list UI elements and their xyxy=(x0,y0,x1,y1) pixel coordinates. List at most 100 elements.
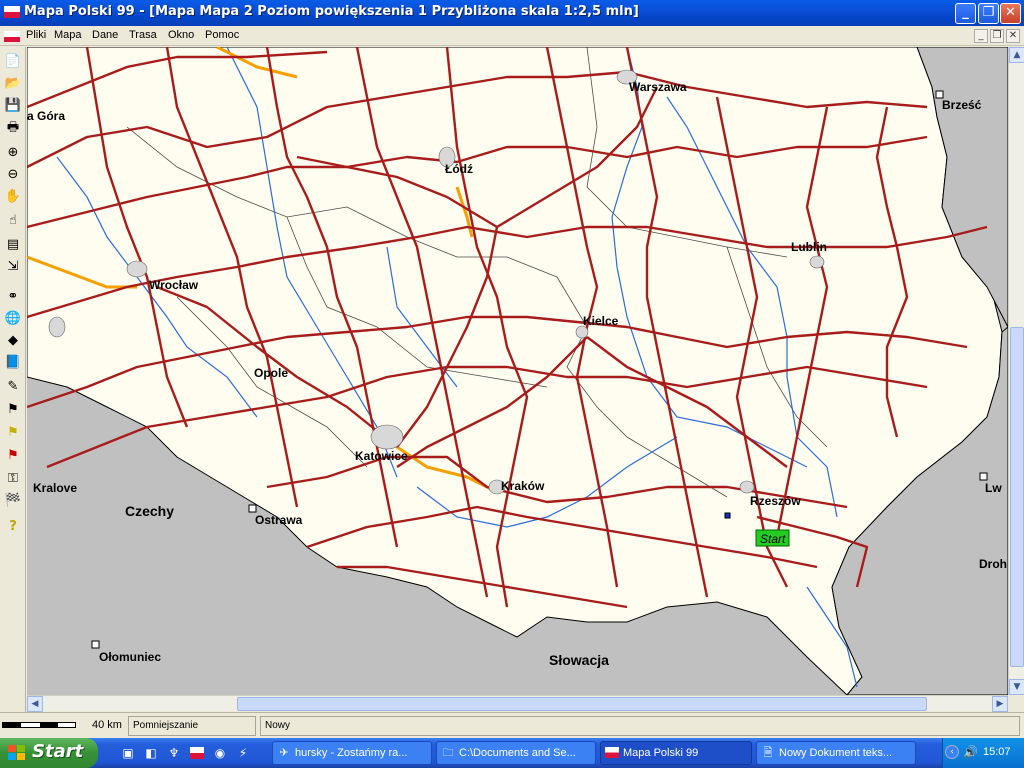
quicklaunch-winamp-icon[interactable]: ⚡ xyxy=(235,745,251,761)
menu-pomoc[interactable]: Pomoc xyxy=(205,29,239,41)
book-icon[interactable]: 📘 xyxy=(3,353,23,373)
binoculars-icon[interactable]: ⚭ xyxy=(3,287,23,307)
horizontal-scrollbar[interactable]: ◀ ▶ xyxy=(27,695,1008,712)
city-kielce[interactable]: Kielce xyxy=(583,314,619,328)
document-status-label: Nowy xyxy=(260,716,1020,736)
map-view[interactable]: Start Warszawa Brześć Łódź Lublin Wrocła… xyxy=(27,47,1008,695)
volume-icon[interactable]: 🔊 xyxy=(963,745,978,759)
pencil-icon[interactable]: ✎ xyxy=(3,377,23,397)
city-kralove[interactable]: Kralove xyxy=(33,481,77,495)
close-button[interactable]: ✕ xyxy=(1000,3,1021,24)
maximize-button[interactable]: ❐ xyxy=(978,3,999,24)
mdi-close-button[interactable]: ✕ xyxy=(1006,29,1020,43)
menu-trasa[interactable]: Trasa xyxy=(129,29,157,41)
vertical-scrollbar[interactable]: ▲ ▼ xyxy=(1008,47,1024,695)
main-window: Mapa Polski 99 - [Mapa Mapa 2 Poziom pow… xyxy=(0,0,1024,738)
save-icon[interactable]: 💾 xyxy=(3,96,23,116)
mapa-flag-icon xyxy=(605,746,619,760)
country-czechy[interactable]: Czechy xyxy=(125,503,174,519)
ostrawa-marker xyxy=(248,504,257,513)
window-title: Mapa Polski 99 - [Mapa Mapa 2 Poziom pow… xyxy=(24,4,639,19)
city-lublin[interactable]: Lublin xyxy=(791,240,827,254)
scale-bar xyxy=(2,722,76,728)
lwow-marker xyxy=(979,472,988,481)
map-canvas[interactable]: Start Warszawa Brześć Łódź Lublin Wrocła… xyxy=(27,47,1008,695)
yellow-flag-icon[interactable]: ⚑ xyxy=(3,423,23,443)
city-warszawa[interactable]: Warszawa xyxy=(629,80,687,94)
browser-icon: ✈ xyxy=(279,747,289,759)
zoom-out-icon[interactable]: ⊖ xyxy=(3,165,23,185)
task-documents[interactable]: 🗀 C:\Documents and Se... xyxy=(436,741,596,765)
city-drohobycz[interactable]: Droh xyxy=(979,557,1007,571)
system-tray: ‹ 🔊 15:07 xyxy=(942,738,1024,768)
menu-okno[interactable]: Okno xyxy=(168,29,194,41)
task-hursky[interactable]: ✈ hursky - Zostańmy ra... xyxy=(272,741,432,765)
globe-icon[interactable]: 🌐 xyxy=(3,309,23,329)
start-button[interactable]: Start xyxy=(0,738,98,768)
mdi-minimize-button[interactable]: _ xyxy=(974,29,988,43)
scroll-left-icon[interactable]: ◀ xyxy=(27,696,43,712)
title-bar[interactable]: Mapa Polski 99 - [Mapa Mapa 2 Poziom pow… xyxy=(0,0,1024,26)
city-lwow[interactable]: Lw xyxy=(985,481,1002,495)
task-mapa-polski[interactable]: Mapa Polski 99 xyxy=(600,741,752,765)
new-icon[interactable]: 📄 xyxy=(3,52,23,72)
print-icon[interactable]: 🖶 xyxy=(3,118,23,138)
start-position-marker xyxy=(724,512,731,519)
city-rzeszow[interactable]: Rzeszów xyxy=(750,494,801,508)
city-wroclaw[interactable]: Wrocław xyxy=(149,278,199,292)
scroll-up-icon[interactable]: ▲ xyxy=(1009,47,1024,63)
zoom-mode-label: Pomniejszanie xyxy=(128,716,256,736)
quicklaunch-desktop-icon[interactable]: ▣ xyxy=(120,745,136,761)
city-zielona-gora[interactable]: a Góra xyxy=(27,109,65,123)
task-hursky-label: hursky - Zostańmy ra... xyxy=(295,747,408,759)
open-icon[interactable]: 📂 xyxy=(3,74,23,94)
scroll-right-icon[interactable]: ▶ xyxy=(992,696,1008,712)
city-opole[interactable]: Opole xyxy=(254,366,288,380)
zoom-in-icon[interactable]: ⊕ xyxy=(3,143,23,163)
menu-mapa[interactable]: Mapa xyxy=(54,29,82,41)
tray-expand-icon[interactable]: ‹ xyxy=(945,745,959,759)
clock: 15:07 xyxy=(983,746,1011,758)
city-krakow[interactable]: Kraków xyxy=(501,479,545,493)
task-notepad[interactable]: 🗎 Nowy Dokument teks... xyxy=(756,741,916,765)
menu-pliki[interactable]: Pliki xyxy=(26,29,46,41)
city-brzesc[interactable]: Brześć xyxy=(942,98,982,112)
hand-icon[interactable]: ✋ xyxy=(3,187,23,207)
info-icon[interactable]: ▤ xyxy=(3,235,23,255)
red-flag-icon[interactable]: ⚑ xyxy=(3,446,23,466)
folder-icon: 🗀 xyxy=(442,747,454,759)
city-ostrawa[interactable]: Ostrawa xyxy=(255,513,303,527)
menu-dane[interactable]: Dane xyxy=(92,29,118,41)
country-slowacja[interactable]: Słowacja xyxy=(549,652,609,668)
vertical-scroll-thumb[interactable] xyxy=(1010,327,1024,667)
start-label: Start xyxy=(32,741,84,762)
quicklaunch-media-icon[interactable]: ◉ xyxy=(212,745,228,761)
route-icon[interactable]: ⇲ xyxy=(3,257,23,277)
quicklaunch-explorer-icon[interactable]: ◧ xyxy=(143,745,159,761)
city-olomuniec[interactable]: Ołomuniec xyxy=(99,650,161,664)
task-notepad-label: Nowy Dokument teks... xyxy=(779,747,893,759)
city-lodz[interactable]: Łódź xyxy=(445,162,473,176)
pointer-icon[interactable]: ☝ xyxy=(3,211,23,231)
quicklaunch-app-icon[interactable]: ♆ xyxy=(166,745,182,761)
document-flag-icon[interactable] xyxy=(4,31,20,42)
mdi-restore-button[interactable]: ❐ xyxy=(990,29,1004,43)
notepad-icon: 🗎 xyxy=(763,747,773,759)
help-icon[interactable]: ? xyxy=(3,517,23,537)
taskbar: Start ▣ ◧ ♆ ◉ ⚡ ✈ hursky - Zostańmy ra...… xyxy=(0,738,1024,768)
olomuniec-marker xyxy=(91,640,100,649)
app-flag-icon xyxy=(4,6,20,18)
task-documents-label: C:\Documents and Se... xyxy=(459,747,576,759)
windows-logo-icon xyxy=(8,745,25,760)
scroll-down-icon[interactable]: ▼ xyxy=(1009,679,1024,695)
start-marker-label[interactable]: Start xyxy=(760,532,786,546)
quicklaunch-mapa-icon[interactable] xyxy=(189,745,205,761)
horizontal-scroll-thumb[interactable] xyxy=(237,697,927,711)
minimize-button[interactable]: _ xyxy=(955,3,976,24)
key-icon[interactable]: ⚿ xyxy=(3,469,23,489)
checkered-flag-icon[interactable]: 🏁 xyxy=(3,491,23,511)
status-bar: 40 km Pomniejszanie Nowy xyxy=(0,712,1024,738)
eraser-icon[interactable]: ◆ xyxy=(3,331,23,351)
green-flag-icon[interactable]: ⚑ xyxy=(3,400,23,420)
city-katowice[interactable]: Katowice xyxy=(355,449,408,463)
